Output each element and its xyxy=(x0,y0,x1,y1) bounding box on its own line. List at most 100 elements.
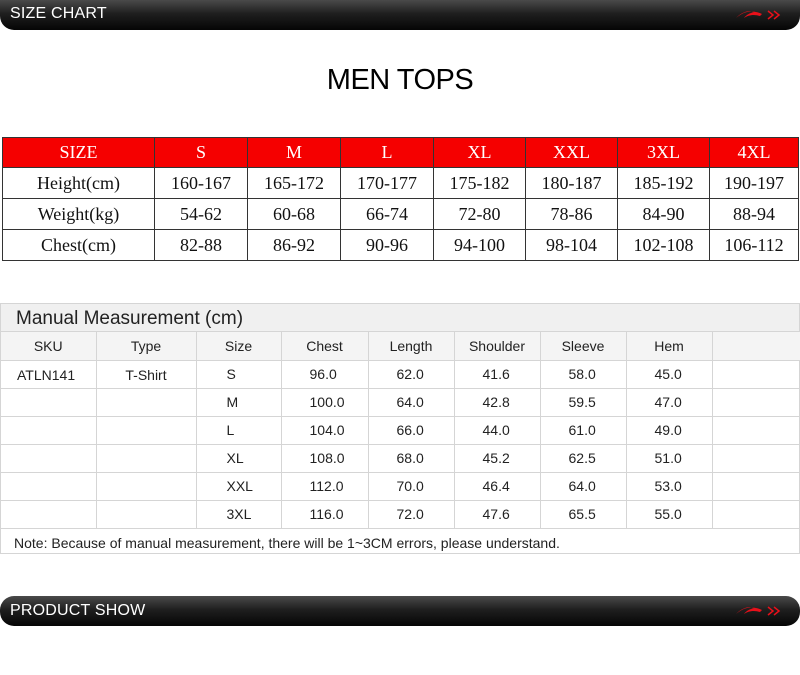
table-cell: 55.0 xyxy=(626,500,713,529)
table-cell: 65.5 xyxy=(540,500,627,529)
table-cell: 104.0 xyxy=(281,416,369,445)
size-cell: XL xyxy=(196,444,282,473)
table-cell: 42.8 xyxy=(454,388,541,417)
type-cell: T-Shirt xyxy=(96,360,197,389)
empty-cell xyxy=(96,388,197,417)
table-cell: 100.0 xyxy=(281,388,369,417)
table-cell: 160-167 xyxy=(154,167,248,199)
table-cell: 62.5 xyxy=(540,444,627,473)
table-cell: 82-88 xyxy=(154,229,248,261)
size-cell: XXL xyxy=(196,472,282,501)
table-cell: 44.0 xyxy=(454,416,541,445)
empty-cell xyxy=(712,360,800,389)
table-cell: 59.5 xyxy=(540,388,627,417)
table-cell: 88-94 xyxy=(709,198,799,230)
table-cell: 96.0 xyxy=(281,360,369,389)
table-row: ATLN141 T-Shirt S 96.0 62.0 41.6 58.0 45… xyxy=(1,360,800,389)
table-cell: 108.0 xyxy=(281,444,369,473)
empty-cell xyxy=(1,500,97,529)
empty-cell xyxy=(712,388,800,417)
size-header-cell: XXL xyxy=(525,137,618,168)
table-cell: 170-177 xyxy=(340,167,434,199)
size-header-cell: M xyxy=(247,137,341,168)
size-table-header-row: SIZE S M L XL XXL 3XL 4XL xyxy=(2,137,799,168)
row-label: Weight(kg) xyxy=(2,198,155,230)
banner-title: SIZE CHART xyxy=(10,5,107,22)
table-cell: 66.0 xyxy=(368,416,455,445)
empty-cell xyxy=(1,444,97,473)
table-cell: 175-182 xyxy=(433,167,526,199)
measurement-note: Note: Because of manual measurement, the… xyxy=(14,534,560,551)
table-cell: 61.0 xyxy=(540,416,627,445)
table-cell: 58.0 xyxy=(540,360,627,389)
table-cell: 72-80 xyxy=(433,198,526,230)
table-cell: 54-62 xyxy=(154,198,248,230)
table-cell: 64.0 xyxy=(368,388,455,417)
brand-logo-icon xyxy=(736,10,781,20)
size-header-cell: L xyxy=(340,137,434,168)
table-cell: 180-187 xyxy=(525,167,618,199)
manual-header-row: SKU Type Size Chest Length Shoulder Slee… xyxy=(1,332,800,361)
column-header: Type xyxy=(96,332,197,361)
row-label: Height(cm) xyxy=(2,167,155,199)
table-cell: 165-172 xyxy=(247,167,341,199)
empty-cell xyxy=(1,416,97,445)
table-cell: 94-100 xyxy=(433,229,526,261)
table-row: Chest(cm) 82-88 86-92 90-96 94-100 98-10… xyxy=(2,229,799,261)
column-header-empty xyxy=(712,332,800,361)
manual-measurement-panel: Manual Measurement (cm) SKU Type Size Ch… xyxy=(0,303,800,554)
table-cell: 51.0 xyxy=(626,444,713,473)
table-cell: 49.0 xyxy=(626,416,713,445)
size-cell: L xyxy=(196,416,282,445)
size-header-cell: 3XL xyxy=(617,137,710,168)
table-cell: 45.2 xyxy=(454,444,541,473)
row-label: Chest(cm) xyxy=(2,229,155,261)
column-header: Hem xyxy=(626,332,713,361)
empty-cell xyxy=(96,500,197,529)
empty-cell xyxy=(712,472,800,501)
table-row: Height(cm) 160-167 165-172 170-177 175-1… xyxy=(2,167,799,199)
size-cell: S xyxy=(196,360,282,389)
empty-cell xyxy=(96,416,197,445)
table-cell: 72.0 xyxy=(368,500,455,529)
table-row: M 100.0 64.0 42.8 59.5 47.0 xyxy=(1,388,800,417)
size-header-cell: SIZE xyxy=(2,137,155,168)
table-cell: 78-86 xyxy=(525,198,618,230)
column-header: SKU xyxy=(1,332,97,361)
column-header: Sleeve xyxy=(540,332,627,361)
empty-cell xyxy=(1,472,97,501)
manual-measurement-table: SKU Type Size Chest Length Shoulder Slee… xyxy=(1,332,800,529)
table-cell: 41.6 xyxy=(454,360,541,389)
table-cell: 112.0 xyxy=(281,472,369,501)
table-cell: 116.0 xyxy=(281,500,369,529)
table-row: Weight(kg) 54-62 60-68 66-74 72-80 78-86… xyxy=(2,198,799,230)
sku-cell: ATLN141 xyxy=(1,360,97,389)
size-header-cell: 4XL xyxy=(709,137,799,168)
product-show-banner: PRODUCT SHOW xyxy=(0,596,800,626)
table-cell: 90-96 xyxy=(340,229,434,261)
table-cell: 86-92 xyxy=(247,229,341,261)
table-cell: 46.4 xyxy=(454,472,541,501)
table-row: XXL 112.0 70.0 46.4 64.0 53.0 xyxy=(1,472,800,501)
column-header: Length xyxy=(368,332,455,361)
table-cell: 47.0 xyxy=(626,388,713,417)
table-cell: 190-197 xyxy=(709,167,799,199)
page-title: MEN TOPS xyxy=(326,64,474,96)
table-cell: 47.6 xyxy=(454,500,541,529)
size-header-cell: XL xyxy=(433,137,526,168)
column-header: Chest xyxy=(281,332,369,361)
table-cell: 68.0 xyxy=(368,444,455,473)
table-row: XL 108.0 68.0 45.2 62.5 51.0 xyxy=(1,444,800,473)
banner-title: PRODUCT SHOW xyxy=(10,602,146,619)
empty-cell xyxy=(712,500,800,529)
empty-cell xyxy=(712,444,800,473)
empty-cell xyxy=(712,416,800,445)
table-cell: 185-192 xyxy=(617,167,710,199)
table-cell: 45.0 xyxy=(626,360,713,389)
size-cell: 3XL xyxy=(196,500,282,529)
column-header: Shoulder xyxy=(454,332,541,361)
table-cell: 66-74 xyxy=(340,198,434,230)
column-header: Size xyxy=(196,332,282,361)
empty-cell xyxy=(96,444,197,473)
size-table: SIZE S M L XL XXL 3XL 4XL Height(cm) 160… xyxy=(2,137,799,261)
